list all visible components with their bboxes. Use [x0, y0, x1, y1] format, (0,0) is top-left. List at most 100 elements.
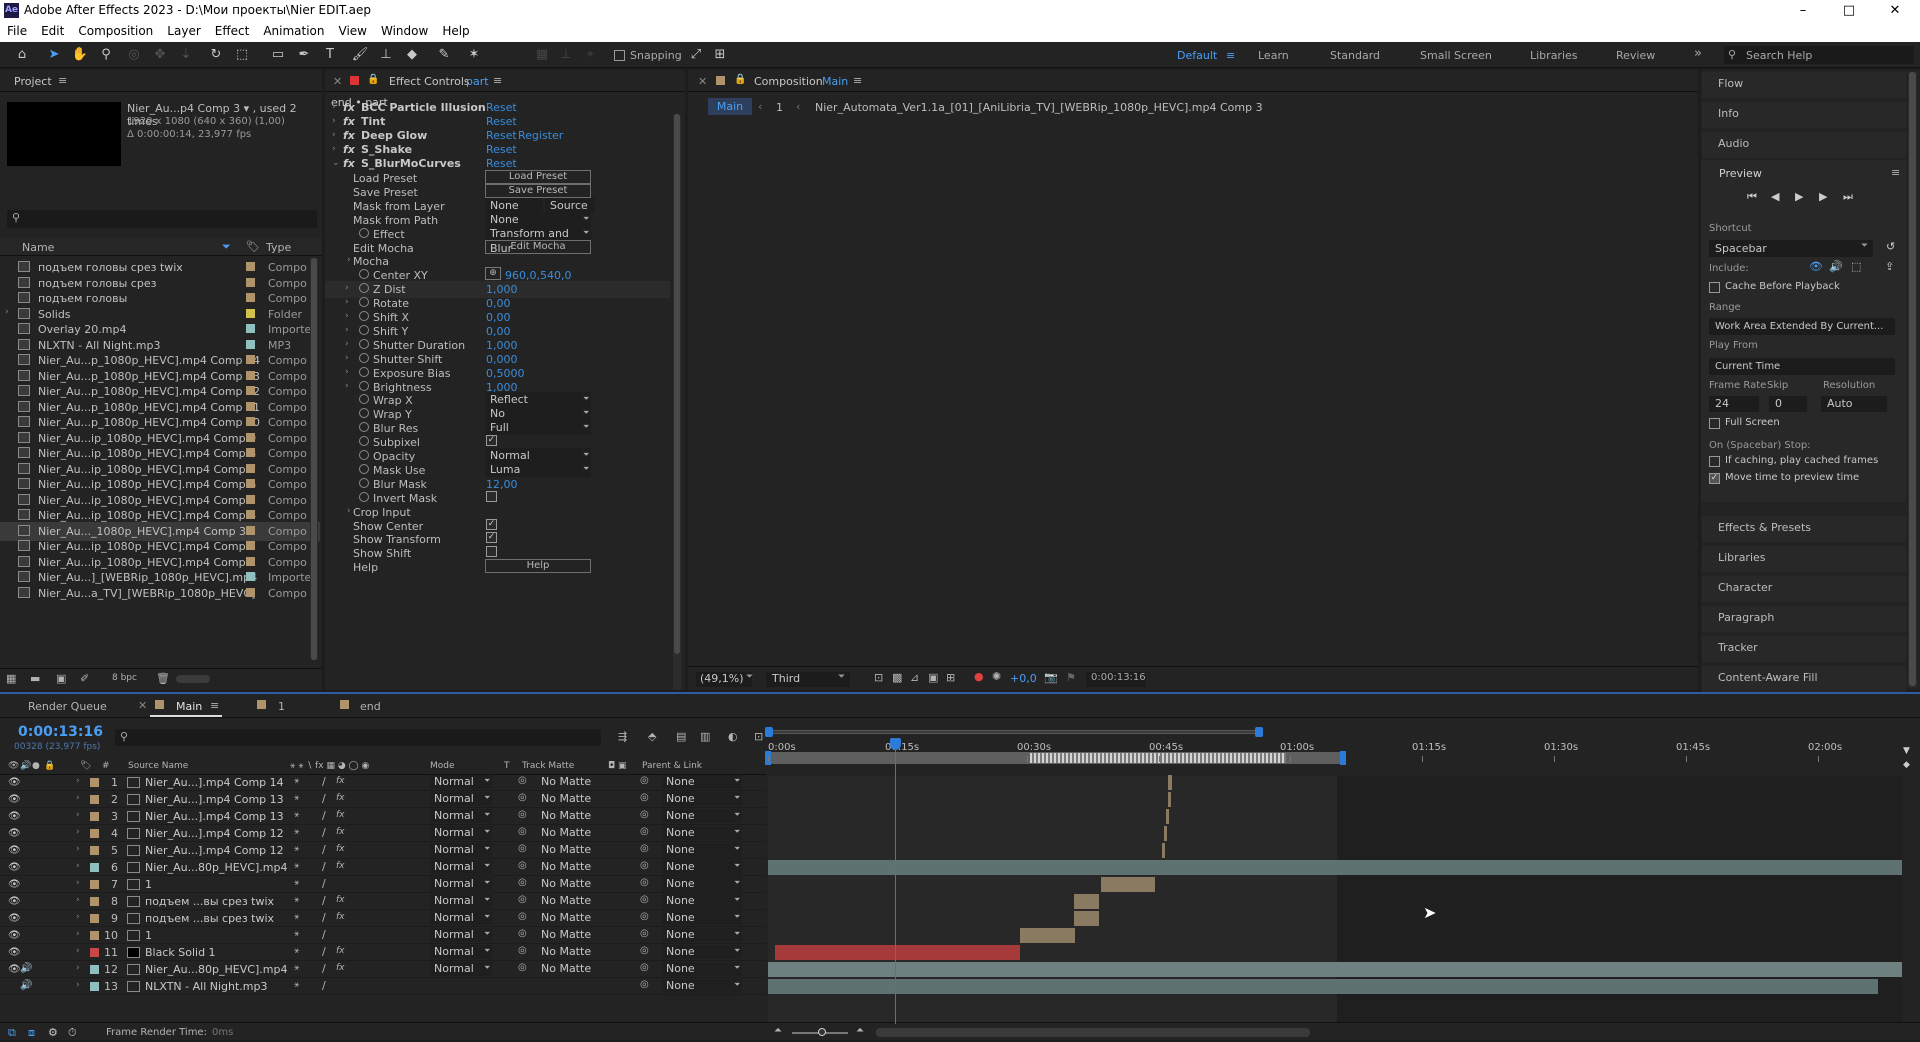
fx-switch-icon[interactable]: fx — [336, 776, 345, 786]
parent-dropdown[interactable]: None — [662, 860, 742, 874]
fx-switch-icon[interactable]: fx — [336, 844, 345, 854]
skip-dropdown[interactable]: 0 — [1769, 396, 1807, 412]
first-frame-icon[interactable]: ⏮ — [1747, 190, 1757, 204]
label-swatch[interactable] — [246, 386, 255, 395]
hand-tool-icon[interactable]: ✋ — [70, 46, 90, 64]
shy-switch-icon[interactable]: ⚹ — [294, 895, 299, 905]
layer-duration-bar[interactable] — [1166, 809, 1169, 824]
layer-label-swatch[interactable] — [90, 965, 99, 974]
expand-arrow-icon[interactable]: › — [347, 255, 351, 265]
expand-arrow-icon[interactable]: › — [76, 895, 80, 905]
search-help-field[interactable]: ⚲ Search Help — [1724, 46, 1914, 64]
param-dropdown-2[interactable]: Source — [545, 197, 595, 213]
expand-arrow-icon[interactable]: › — [76, 827, 80, 837]
parent-dropdown[interactable]: None — [662, 826, 742, 840]
matte-pickwhip-icon[interactable]: ◎ — [518, 911, 527, 922]
parent-pickwhip-icon[interactable]: ◎ — [640, 962, 649, 973]
workspace-libraries[interactable]: Libraries — [1530, 49, 1578, 62]
next-frame-icon[interactable]: ▶ — [1819, 190, 1827, 203]
register-link[interactable]: Register — [518, 129, 563, 142]
label-swatch[interactable] — [246, 262, 255, 271]
stopwatch-icon[interactable] — [359, 394, 369, 405]
sort-arrow-icon[interactable]: ⏷ — [222, 240, 231, 254]
stopwatch-icon[interactable] — [359, 436, 369, 447]
label-swatch[interactable] — [246, 339, 255, 349]
stopwatch-icon[interactable] — [359, 227, 369, 238]
panel-item-libraries[interactable]: Libraries — [1702, 546, 1906, 572]
label-swatch[interactable] — [246, 572, 255, 581]
expand-arrow-icon[interactable]: › — [76, 980, 80, 990]
menu-composition[interactable]: Composition — [71, 22, 160, 42]
frame-blending-icon[interactable]: ▥ — [700, 730, 710, 743]
fx-switch-icon[interactable]: fx — [336, 946, 345, 956]
visibility-eye-icon[interactable]: 👁 — [8, 896, 21, 907]
breadcrumb-comp3[interactable]: Nier_Automata_Ver1.1a_[01]_[AniLibria_TV… — [815, 101, 1263, 114]
layer-duration-bar[interactable] — [1074, 894, 1099, 909]
layer-mode-dropdown[interactable]: Normal — [430, 860, 492, 874]
prev-frame-icon[interactable]: ◀ — [1771, 190, 1779, 203]
label-swatch[interactable] — [246, 355, 255, 364]
parent-dropdown[interactable]: None — [662, 809, 742, 823]
range-dropdown[interactable]: Work Area Extended By Current... — [1709, 318, 1895, 335]
parent-pickwhip-icon[interactable]: ◎ — [640, 792, 649, 803]
project-tab[interactable]: Project — [14, 75, 52, 88]
play-icon[interactable]: ▶ — [1795, 190, 1803, 203]
breadcrumb-left-arrow-icon[interactable]: ‹ — [758, 100, 762, 113]
shy-switch-icon[interactable]: ⚹ — [294, 793, 299, 803]
time-ruler[interactable] — [765, 722, 1920, 782]
layer-duration-bar[interactable] — [1162, 843, 1165, 858]
last-frame-icon[interactable]: ⏭ — [1843, 190, 1853, 204]
toggle-switches-icon[interactable]: ⧉ — [8, 1026, 16, 1040]
selection-tool-icon[interactable]: ➤ — [44, 46, 64, 64]
resolution-dropdown-preview[interactable]: Auto — [1821, 396, 1887, 412]
new-comp-icon[interactable]: ▣ — [56, 672, 66, 685]
shy-switch-icon[interactable]: ⚹ — [294, 878, 299, 888]
workspace-small-screen[interactable]: Small Screen — [1420, 49, 1492, 62]
stopwatch-icon[interactable] — [359, 352, 369, 363]
parent-dropdown[interactable]: None — [662, 911, 742, 925]
track-matte-dropdown[interactable]: No Matte — [540, 792, 598, 806]
minimize-button[interactable]: – — [1780, 0, 1826, 22]
parent-pickwhip-icon[interactable]: ◎ — [640, 928, 649, 939]
right-panel-scrollbar[interactable] — [1908, 72, 1917, 688]
col-type[interactable]: Type — [266, 241, 291, 254]
track-matte-dropdown[interactable]: No Matte — [540, 911, 598, 925]
parent-pickwhip-icon[interactable]: ◎ — [640, 809, 649, 820]
track-matte-dropdown[interactable]: No Matte — [540, 894, 598, 908]
col-name[interactable]: Name — [22, 241, 54, 254]
workspace-menu-icon[interactable]: ≡ — [1226, 49, 1235, 62]
layer-row[interactable]: 👁 › 5 Nier_Au...].mp4 Comp 12 ⚹ ∕ fx Normal ⏷ ◎ No… — [0, 842, 766, 859]
panel-item-character[interactable]: Character — [1702, 576, 1906, 602]
work-area-end[interactable] — [1340, 751, 1346, 765]
zoom-in-icon[interactable]: ⏶ — [856, 1025, 864, 1036]
param-dropdown[interactable]: Luma — [485, 461, 591, 477]
reset-link[interactable]: Reset — [486, 143, 517, 156]
layer-mode-dropdown[interactable]: Normal — [430, 945, 492, 959]
quality-switch-icon[interactable]: ∕ — [322, 843, 326, 856]
expand-arrow-icon[interactable]: › — [345, 339, 349, 349]
layer-row[interactable]: 👁 › 8 подъем ...вы срез twix ⚹ ∕ fx Normal ⏷ ◎ No … — [0, 893, 766, 910]
track-matte-dropdown[interactable]: No Matte — [540, 877, 598, 891]
expand-arrow-icon[interactable]: › — [5, 307, 9, 317]
stopwatch-icon[interactable] — [359, 408, 369, 419]
track-matte-dropdown[interactable]: No Matte — [540, 809, 598, 823]
parent-pickwhip-icon[interactable]: ◎ — [640, 826, 649, 837]
shy-switch-icon[interactable]: ⚹ — [294, 810, 299, 820]
track-matte-dropdown[interactable]: No Matte — [540, 775, 598, 789]
include-audio-icon[interactable]: 🔊 — [1829, 260, 1843, 273]
matte-pickwhip-icon[interactable]: ◎ — [518, 877, 527, 888]
cache-checkbox[interactable] — [1709, 282, 1720, 293]
layer-label-swatch[interactable] — [90, 778, 99, 787]
playhead-handle[interactable] — [890, 738, 901, 750]
type-tool-icon[interactable]: T — [320, 46, 340, 64]
delete-icon[interactable]: 🗑 — [156, 672, 170, 685]
new-folder-icon[interactable]: ▬ — [30, 672, 40, 685]
snap-grid-icon[interactable]: ⊞ — [710, 46, 730, 64]
panel-item-content-aware-fill[interactable]: Content-Aware Fill — [1702, 666, 1906, 692]
track-matte-dropdown[interactable]: No Matte — [540, 826, 598, 840]
layer-mode-dropdown[interactable]: Normal — [430, 843, 492, 857]
shy-switch-icon[interactable]: ⚹ — [294, 861, 299, 871]
shy-switch-icon[interactable]: ⚹ — [294, 912, 299, 922]
expand-arrow-icon[interactable]: › — [76, 810, 80, 820]
parent-dropdown[interactable]: None — [662, 792, 742, 806]
